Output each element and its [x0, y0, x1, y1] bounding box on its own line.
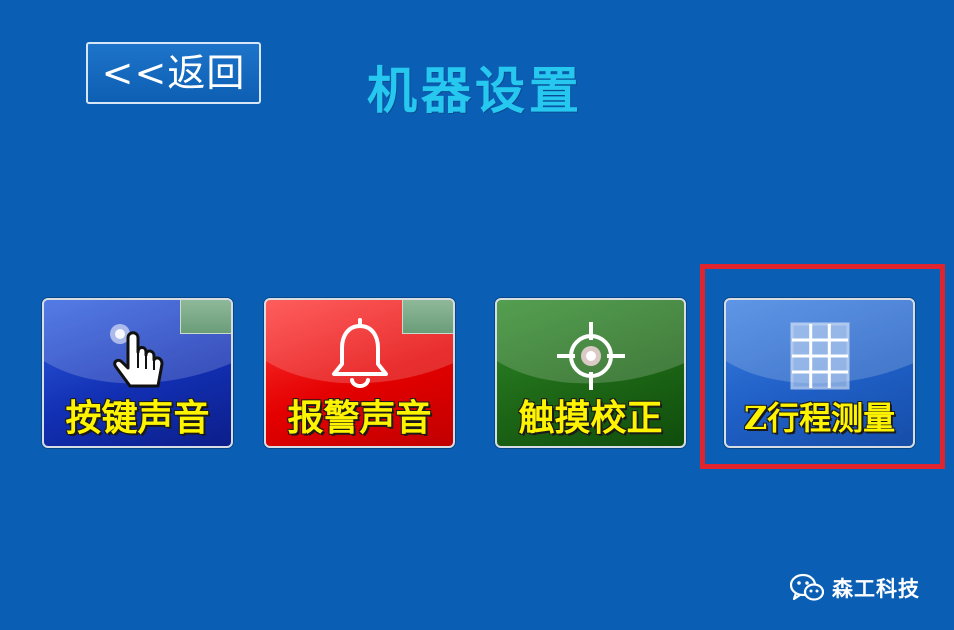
crosshair-icon — [556, 322, 625, 390]
corner-tag — [180, 300, 231, 334]
back-button[interactable]: <<返回 — [86, 42, 261, 104]
page-title: 机器设置 — [367, 62, 583, 120]
wechat-icon — [790, 573, 824, 601]
key-sound-button[interactable]: 按键声音 — [42, 298, 233, 448]
alarm-sound-button[interactable]: 报警声音 — [264, 298, 455, 448]
z-stroke-measure-label: Z行程测量 — [743, 399, 896, 437]
hand-pointer-icon — [109, 324, 163, 388]
touch-calibration-button[interactable]: 触摸校正 — [495, 298, 686, 448]
z-stroke-measure-button[interactable]: Z行程测量 — [724, 298, 915, 448]
watermark: 森工科技 — [790, 572, 920, 604]
corner-tag — [402, 300, 453, 334]
key-sound-label: 按键声音 — [65, 397, 210, 439]
bell-icon — [331, 318, 388, 388]
watermark-text: 森工科技 — [832, 577, 920, 601]
alarm-sound-label: 报警声音 — [287, 397, 432, 439]
touch-calibration-label: 触摸校正 — [518, 397, 663, 439]
grid-icon — [790, 322, 849, 390]
